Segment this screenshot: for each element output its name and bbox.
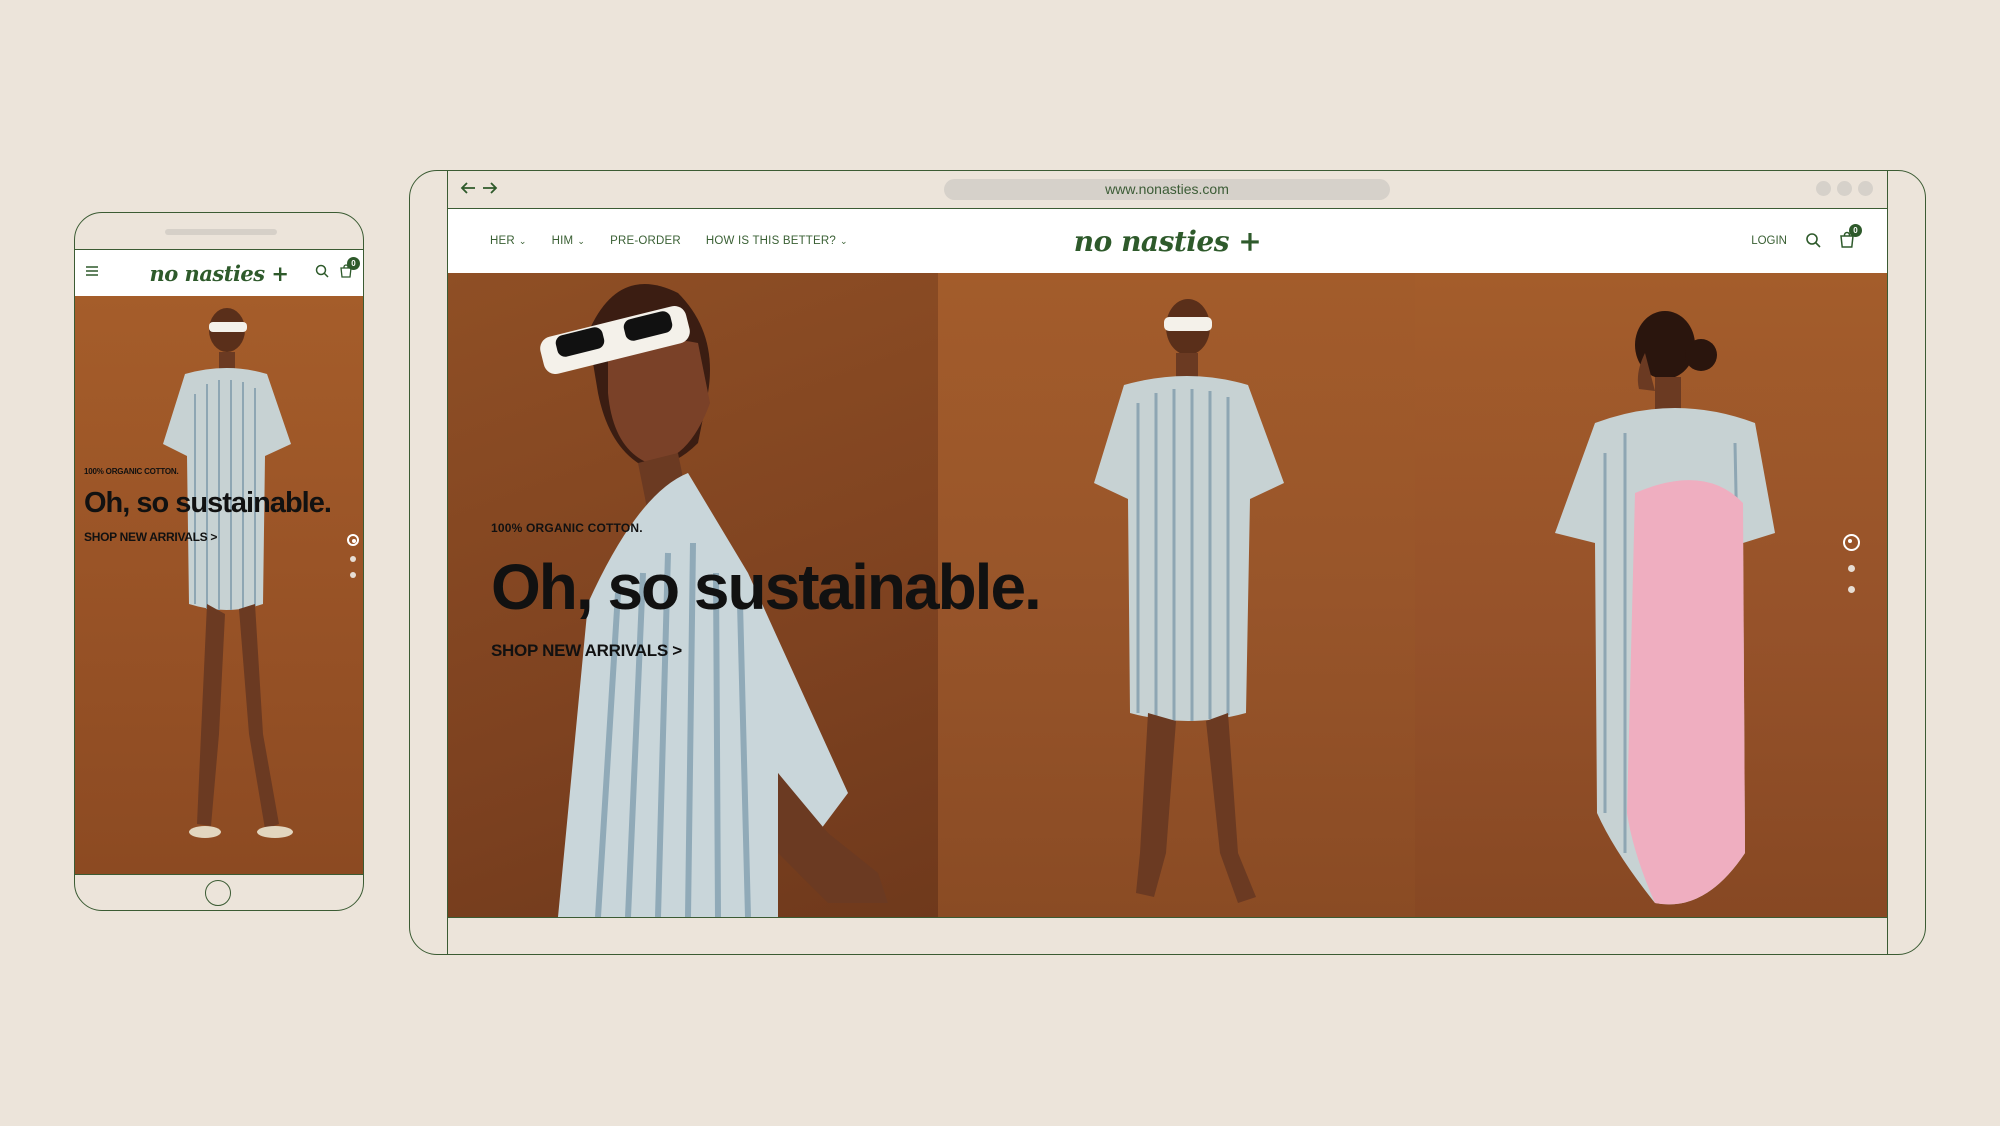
model-figure bbox=[163, 308, 293, 838]
browser-window: www.nonasties.com HER ⌄ HIM ⌄ PRE-ORDER HO… bbox=[447, 171, 1888, 954]
nav-label: PRE-ORDER bbox=[610, 235, 681, 247]
mobile-hero-image[interactable]: 100% ORGANIC COTTON. Oh, so sustainable.… bbox=[75, 296, 363, 874]
shop-new-arrivals-link[interactable]: SHOP NEW ARRIVALS > bbox=[491, 641, 1040, 661]
window-controls bbox=[1816, 181, 1873, 196]
window-dot-1[interactable] bbox=[1816, 181, 1831, 196]
slide-dot-2[interactable] bbox=[350, 556, 356, 562]
main-nav: HER ⌄ HIM ⌄ PRE-ORDER HOW IS THIS BETTER? ⌄ bbox=[448, 235, 848, 247]
mobile-hero-title: Oh, so sustainable. bbox=[84, 487, 332, 519]
site-logo[interactable]: no nasties + bbox=[1074, 225, 1262, 258]
mobile-device-frame: no nasties + 0 100% ORGANIC COTTON. Oh, … bbox=[74, 212, 364, 911]
search-icon[interactable] bbox=[315, 264, 329, 283]
phone-home-button bbox=[205, 880, 231, 906]
browser-bottom-border bbox=[448, 917, 1887, 918]
hero-text: 100% ORGANIC COTTON. Oh, so sustainable.… bbox=[491, 521, 1042, 661]
slide-dot-3[interactable] bbox=[1848, 586, 1855, 593]
mobile-screen: no nasties + 0 100% ORGANIC COTTON. Oh, … bbox=[75, 249, 363, 875]
cart-count-badge: 0 bbox=[347, 256, 360, 270]
header-actions: LOGIN 0 bbox=[1751, 224, 1887, 251]
desktop-device-frame: www.nonasties.com HER ⌄ HIM ⌄ PRE-ORDER HO… bbox=[409, 170, 1926, 955]
cart-button[interactable]: 0 bbox=[339, 256, 360, 283]
mobile-hero-text: 100% ORGANIC COTTON. Oh, so sustainable.… bbox=[84, 467, 332, 544]
phone-speaker bbox=[165, 229, 277, 235]
cart-button[interactable]: 0 bbox=[1839, 224, 1862, 251]
site-header: HER ⌄ HIM ⌄ PRE-ORDER HOW IS THIS BETTER? ⌄… bbox=[448, 209, 1887, 273]
arrow-left-icon[interactable] bbox=[460, 180, 476, 200]
chevron-down-icon: ⌄ bbox=[577, 235, 586, 246]
model-back-figure bbox=[1555, 311, 1775, 905]
mobile-hero-eyebrow: 100% ORGANIC COTTON. bbox=[84, 467, 179, 476]
nav-item-how-is-this-better[interactable]: HOW IS THIS BETTER? ⌄ bbox=[706, 235, 848, 247]
arrow-right-icon[interactable] bbox=[482, 180, 498, 200]
mobile-header: no nasties + 0 bbox=[75, 250, 363, 297]
slide-dot-2[interactable] bbox=[1848, 565, 1855, 572]
browser-toolbar: www.nonasties.com bbox=[448, 171, 1887, 209]
nav-label: HIM bbox=[551, 235, 574, 247]
mobile-shop-new-arrivals-link[interactable]: SHOP NEW ARRIVALS > bbox=[84, 530, 331, 544]
window-dot-3[interactable] bbox=[1858, 181, 1873, 196]
hero-eyebrow: 100% ORGANIC COTTON. bbox=[491, 521, 643, 535]
window-dot-2[interactable] bbox=[1837, 181, 1852, 196]
login-link[interactable]: LOGIN bbox=[1751, 235, 1787, 247]
chevron-down-icon: ⌄ bbox=[518, 235, 527, 246]
slide-dot-1[interactable] bbox=[1843, 534, 1860, 551]
slide-dot-3[interactable] bbox=[350, 572, 356, 578]
nav-item-him[interactable]: HIM ⌄ bbox=[552, 235, 585, 247]
mobile-slide-dots bbox=[347, 534, 359, 578]
hero-slider[interactable]: 100% ORGANIC COTTON. Oh, so sustainable.… bbox=[448, 273, 1887, 917]
nav-label: HER bbox=[490, 235, 515, 247]
nav-item-pre-order[interactable]: PRE-ORDER bbox=[610, 235, 681, 247]
model-front-figure bbox=[1094, 299, 1284, 903]
cart-count-badge: 0 bbox=[1849, 224, 1862, 237]
slide-dot-1[interactable] bbox=[347, 534, 359, 546]
chevron-down-icon: ⌄ bbox=[840, 235, 848, 246]
nav-label: HOW IS THIS BETTER? bbox=[705, 235, 836, 247]
search-icon[interactable] bbox=[1805, 232, 1821, 251]
nav-item-her[interactable]: HER ⌄ bbox=[490, 235, 527, 247]
hero-image-back bbox=[1415, 273, 1887, 917]
mobile-logo[interactable]: no nasties + bbox=[149, 261, 289, 286]
slide-dots bbox=[1843, 534, 1860, 593]
address-bar[interactable]: www.nonasties.com bbox=[944, 179, 1390, 200]
hamburger-icon[interactable] bbox=[85, 264, 99, 282]
hero-title: Oh, so sustainable. bbox=[491, 551, 1042, 623]
